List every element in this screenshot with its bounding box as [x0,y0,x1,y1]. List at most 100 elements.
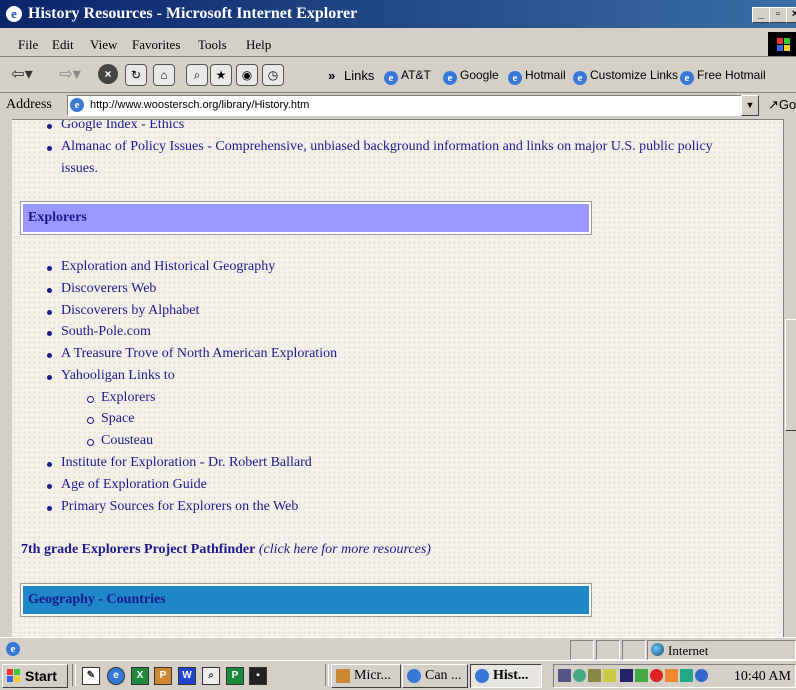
start-label: Start [25,668,57,684]
status-bar: e Internet [0,637,796,660]
close-button[interactable]: × [786,7,796,23]
toolbar-chevron[interactable]: » [328,68,335,83]
quicklaunch-search-icon[interactable]: ⌕ [202,667,220,685]
link-almanac-policy[interactable]: Almanac of Policy Issues - Comprehensive… [47,139,713,155]
address-url[interactable]: http://www.woostersch.org/library/Histor… [90,99,309,111]
quicklaunch-ie-icon[interactable]: e [107,667,125,685]
ie-logo-icon[interactable]: e [6,6,22,22]
home-icon[interactable]: ⌂ [153,64,175,86]
geography-heading: Geography - Countries [28,592,166,607]
tray-monitor-icon[interactable] [620,669,633,682]
link-free-hotmail[interactable]: e Free Hotmail [680,68,766,85]
ie-icon [475,669,489,683]
maximize-button[interactable]: ▫ [769,7,787,23]
search-icon[interactable]: ⌕ [186,64,208,86]
task-microsoft[interactable]: Micr... [331,664,401,688]
favorites-icon[interactable]: ★ [210,64,232,86]
status-zone-label: Internet [668,643,709,658]
status-zone: Internet [647,640,796,660]
quicklaunch-desktop-icon[interactable]: ✎ [82,667,100,685]
explorers-heading-box: Explorers [20,201,592,235]
refresh-icon[interactable]: ↻ [125,64,147,86]
link-yahooligan-cousteau[interactable]: Cousteau [86,433,153,449]
stop-icon[interactable]: × [98,64,118,84]
link-yahooligan-explorers[interactable]: Explorers [86,390,155,406]
status-cell [570,640,594,660]
quicklaunch-excel-icon[interactable]: X [131,667,149,685]
address-label: Address [6,97,52,112]
link-primary-sources[interactable]: Primary Sources for Explorers on the Web [46,499,298,515]
vertical-scrollbar[interactable] [783,119,796,637]
forward-icon[interactable]: ⇨▾ [56,65,84,85]
link-discoverers-alphabet[interactable]: Discoverers by Alphabet [46,303,199,319]
status-cell [622,640,646,660]
address-dropdown-icon[interactable]: ▼ [741,95,759,116]
taskbar: Start ✎ e X P W ⌕ P ▪ Micr... Can ... Hi… [0,660,796,690]
tray-clock[interactable]: 10:40 AM [734,669,791,685]
minimize-button[interactable]: _ [752,7,770,23]
quicklaunch-media-icon[interactable]: ▪ [249,667,267,685]
ie-page-icon: e [680,71,694,85]
windows-flag-icon [7,669,21,683]
browser-window: e History Resources - Microsoft Internet… [0,0,796,660]
task-can[interactable]: Can ... [402,664,468,688]
tray-network-icon[interactable] [558,669,571,682]
link-yahooligan-space[interactable]: Space [86,411,134,427]
link-age-of-exploration[interactable]: Age of Exploration Guide [47,477,207,493]
history-icon[interactable]: ◷ [262,64,284,86]
powerpoint-icon [336,669,350,683]
tray-antivirus-icon[interactable] [635,669,648,682]
window-title: History Resources - Microsoft Internet E… [28,5,358,22]
tray-clock-icon[interactable] [650,669,663,682]
link-exploration-geography[interactable]: Exploration and Historical Geography [46,259,275,275]
tray-za-icon[interactable] [665,669,678,682]
link-pathfinder[interactable]: 7th grade Explorers Project Pathfinder [21,542,255,557]
quicklaunch-powerpoint-icon[interactable]: P [154,667,172,685]
menu-edit[interactable]: Edit [52,37,74,53]
menu-bar: File Edit View Favorites Tools Help [0,32,796,57]
pathfinder-note[interactable]: (click here for more resources) [259,542,431,557]
link-google-index-ethics[interactable]: Google Index - Ethics [46,120,184,133]
explorers-heading: Explorers [28,210,87,225]
tray-tool-icon[interactable] [588,669,601,682]
address-input[interactable]: e http://www.woostersch.org/library/Hist… [67,95,759,116]
ie-page-icon: e [573,71,587,85]
scrollbar-thumb[interactable] [785,319,796,431]
ie-page-icon: e [508,71,522,85]
start-button[interactable]: Start [2,664,68,688]
link-google[interactable]: e Google [443,68,499,85]
window-left-edge [0,119,12,637]
menu-favorites[interactable]: Favorites [132,37,180,53]
link-hotmail[interactable]: e Hotmail [508,68,566,85]
quicklaunch-publisher-icon[interactable]: P [226,667,244,685]
link-almanac-policy-cont[interactable]: issues. [61,161,98,177]
tray-speaker-icon[interactable] [603,669,616,682]
quicklaunch-word-icon[interactable]: W [178,667,196,685]
menu-tools[interactable]: Tools [198,37,227,53]
menu-help[interactable]: Help [246,37,271,53]
go-button[interactable]: ↗Go [768,97,796,113]
tray-ie-icon[interactable] [695,669,708,682]
media-icon[interactable]: ◉ [236,64,258,86]
menu-file[interactable]: File [18,37,38,53]
back-icon[interactable]: ⇦▾ [8,65,36,85]
taskbar-divider [72,664,76,686]
ie-page-icon: e [70,98,84,112]
link-south-pole[interactable]: South-Pole.com [47,324,151,340]
ie-page-icon: e [443,71,457,85]
link-treasure-trove[interactable]: A Treasure Trove of North American Explo… [46,346,337,362]
link-discoverers-web[interactable]: Discoverers Web [46,281,156,297]
menu-view[interactable]: View [90,37,117,53]
tray-app-icon[interactable] [680,669,693,682]
link-customize[interactable]: e Customize Links [573,68,678,85]
standard-toolbar: ⇦▾ ⇨▾ × ↻ ⌂ ⌕ ★ ◉ ◷ » Links e AT&T e Googl… [0,57,796,93]
address-bar: Address e http://www.woostersch.org/libr… [0,93,796,117]
ie-page-icon: e [384,71,398,85]
taskbar-divider [325,664,329,686]
status-cell [596,640,620,660]
yahooligan-links-label: Yahooligan Links to [47,368,175,383]
tray-search-icon[interactable] [573,669,586,682]
task-history[interactable]: Hist... [470,664,542,688]
link-att[interactable]: e AT&T [384,68,431,85]
link-institute-exploration[interactable]: Institute for Exploration - Dr. Robert B… [47,455,312,471]
